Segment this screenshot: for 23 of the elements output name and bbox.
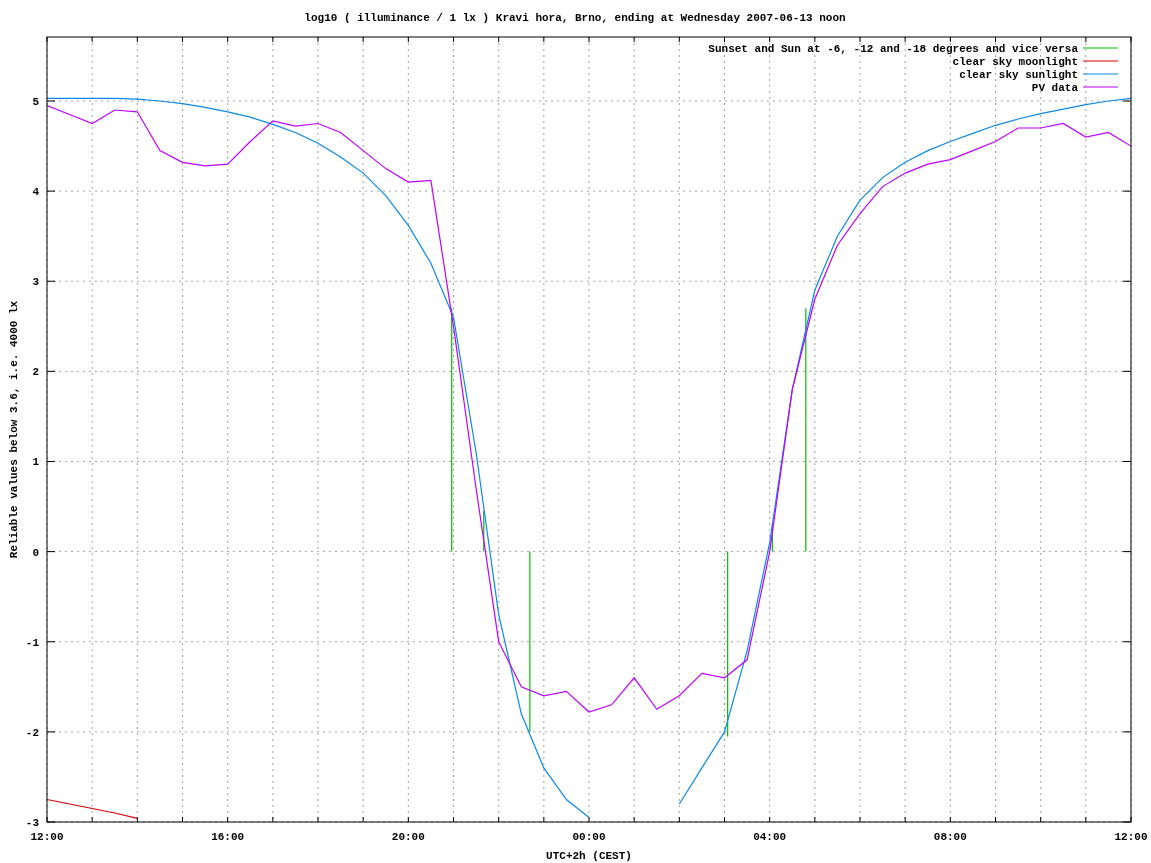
x-tick-label: 04:00 — [753, 831, 787, 843]
y-axis-label: Reliable values below 3.6, i.e. 4000 lx — [8, 300, 20, 559]
y-tick-label: -2 — [25, 726, 39, 739]
x-axis-label: UTC+2h (CEST) — [546, 850, 632, 862]
legend-label: clear sky sunlight — [959, 69, 1078, 81]
y-tick-label: 1 — [32, 456, 39, 469]
chart-title: log10 ( illuminance / 1 lx ) Kravi hora, Brno, ending at Wednesday 2007-06-13 noon — [304, 12, 846, 24]
y-tick-label: 4 — [32, 186, 39, 199]
y-tick-label: -3 — [25, 817, 39, 829]
legend-label: clear sky moonlight — [952, 56, 1078, 68]
x-tick-label: 20:00 — [391, 831, 425, 843]
x-tick-label: 00:00 — [572, 831, 606, 843]
y-tick-label: 3 — [32, 276, 39, 289]
x-tick-label: 12:00 — [1114, 831, 1148, 843]
y-tick-label: 2 — [32, 366, 39, 379]
y-tick-label: 0 — [32, 546, 39, 559]
legend-label: PV data — [1031, 82, 1078, 94]
y-tick-label: -1 — [25, 636, 39, 649]
legend-label: Sunset and Sun at -6, -12 and -18 degrees and vice versa — [708, 43, 1078, 55]
x-tick-label: 12:00 — [30, 831, 64, 843]
x-tick-label: 16:00 — [211, 831, 245, 843]
x-tick-label: 08:00 — [933, 831, 967, 843]
y-tick-label: 5 — [32, 96, 39, 108]
